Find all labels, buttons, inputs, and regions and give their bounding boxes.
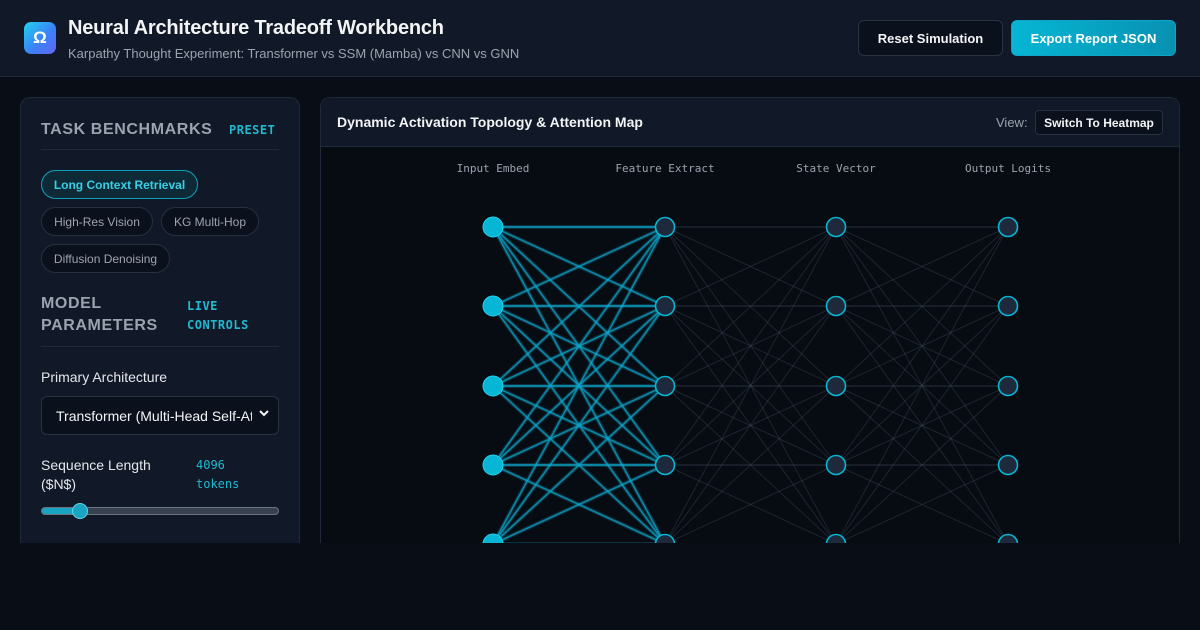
input-node xyxy=(482,295,504,317)
divider xyxy=(41,346,279,347)
network-node xyxy=(654,375,676,397)
network-node xyxy=(997,295,1019,317)
app-subtitle: Karpathy Thought Experiment: Transformer… xyxy=(68,46,520,61)
sequence-length-label-line2: ($N$) xyxy=(41,476,77,492)
network-node xyxy=(654,454,676,476)
chip-kg-multi-hop[interactable]: KG Multi-Hop xyxy=(161,207,259,236)
live-controls-tag-line2: CONTROLS xyxy=(187,318,249,332)
chevron-down-icon xyxy=(259,407,269,422)
switch-to-heatmap-button[interactable]: Switch To Heatmap xyxy=(1035,110,1163,135)
live-controls-tag-line1: LIVE xyxy=(187,299,218,313)
slider-fill xyxy=(42,508,76,514)
view-label: View: xyxy=(996,115,1028,130)
network-node xyxy=(654,216,676,238)
input-node xyxy=(482,375,504,397)
sequence-length-unit: tokens xyxy=(196,477,240,491)
input-node xyxy=(482,216,504,238)
sidebar: TASK BENCHMARKS PRESET Long Context Retr… xyxy=(20,97,300,543)
app-title: Neural Architecture Tradeoff Workbench xyxy=(68,17,444,39)
primary-architecture-value: Transformer (Multi-Head Self-Attention) xyxy=(56,408,252,424)
reset-simulation-button[interactable]: Reset Simulation xyxy=(858,20,1003,56)
network-node xyxy=(997,375,1019,397)
task-benchmarks-heading: TASK BENCHMARKS xyxy=(41,121,213,138)
network-node xyxy=(997,216,1019,238)
primary-architecture-label: Primary Architecture xyxy=(41,369,168,385)
sequence-length-value: 4096 xyxy=(196,458,225,472)
panel-title: Dynamic Activation Topology & Attention … xyxy=(337,114,643,130)
network-node xyxy=(825,216,847,238)
model-parameters-heading-line2: PARAMETERS xyxy=(41,317,158,334)
network-topology-graph xyxy=(482,216,1019,543)
network-node xyxy=(825,375,847,397)
sequence-length-label-line1: Sequence Length xyxy=(41,457,151,473)
chip-diffusion-denoising[interactable]: Diffusion Denoising xyxy=(41,244,170,273)
network-node xyxy=(997,533,1019,543)
app-header: Ω Neural Architecture Tradeoff Workbench… xyxy=(0,0,1200,77)
input-node xyxy=(482,454,504,476)
network-node xyxy=(825,533,847,543)
chip-long-context-retrieval[interactable]: Long Context Retrieval xyxy=(41,170,198,199)
preset-tag: PRESET xyxy=(229,123,276,137)
chip-high-res-vision[interactable]: High-Res Vision xyxy=(41,207,153,236)
export-report-button[interactable]: Export Report JSON xyxy=(1011,20,1176,56)
network-node xyxy=(825,295,847,317)
divider xyxy=(41,149,279,150)
panel-header: Dynamic Activation Topology & Attention … xyxy=(321,98,1179,147)
slider-thumb[interactable] xyxy=(72,503,89,519)
network-node xyxy=(654,295,676,317)
network-node xyxy=(997,454,1019,476)
model-parameters-heading-line1: MODEL xyxy=(41,295,102,312)
omega-logo-icon: Ω xyxy=(24,22,56,54)
network-node xyxy=(825,454,847,476)
primary-architecture-select[interactable]: Transformer (Multi-Head Self-Attention) xyxy=(41,396,279,435)
topology-panel: Dynamic Activation Topology & Attention … xyxy=(320,97,1180,543)
